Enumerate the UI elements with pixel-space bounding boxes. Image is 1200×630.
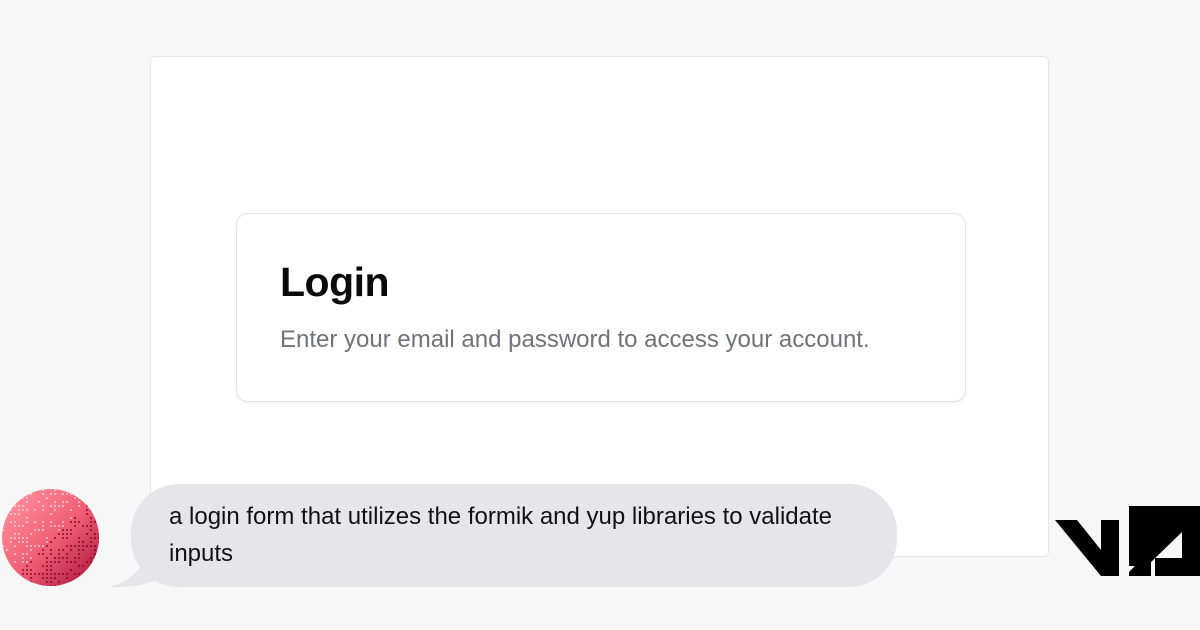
user-avatar — [2, 489, 99, 586]
login-card: Login Enter your email and password to a… — [236, 213, 966, 402]
prompt-text: a login form that utilizes the formik an… — [169, 503, 832, 567]
preview-frame: Login Enter your email and password to a… — [150, 56, 1049, 557]
v0-logo — [1055, 506, 1200, 576]
login-title: Login — [280, 259, 390, 305]
prompt-bubble: a login form that utilizes the formik an… — [131, 484, 897, 587]
login-description: Enter your email and password to access … — [280, 326, 870, 353]
